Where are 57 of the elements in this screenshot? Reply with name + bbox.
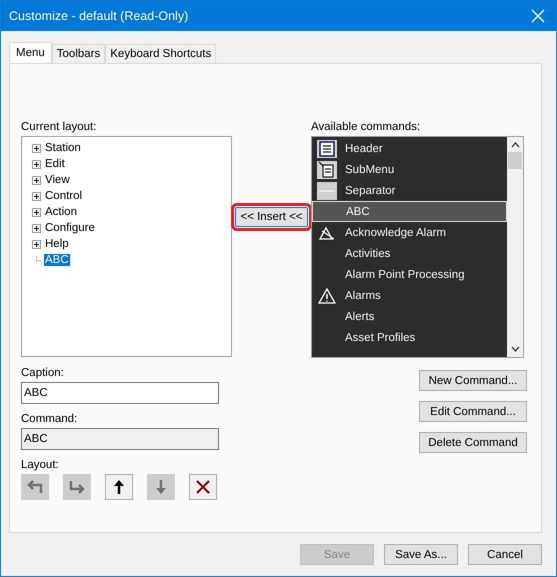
scroll-down-icon[interactable] [510, 346, 520, 352]
expand-icon[interactable] [32, 192, 41, 200]
command-item[interactable]: Alarms [312, 285, 507, 306]
window-title: Customize - default (Read-Only) [9, 9, 188, 23]
menu-header-icon [316, 140, 336, 158]
expand-icon[interactable] [32, 176, 41, 184]
command-item[interactable]: SubMenu [312, 159, 507, 180]
tree-item[interactable]: Edit [44, 158, 66, 170]
command-button[interactable]: New Command... [419, 370, 527, 391]
tree-item[interactable]: Action [44, 206, 78, 218]
command-button[interactable]: Edit Command... [419, 401, 527, 422]
command-item[interactable]: Activities [312, 243, 507, 264]
scrollbar[interactable] [507, 137, 523, 357]
delete-x-icon [196, 480, 210, 494]
dialog-button[interactable]: Save As... [384, 544, 458, 565]
scroll-thumb[interactable] [508, 152, 522, 169]
command-item[interactable]: Acknowledge Alarm [312, 222, 507, 243]
dialog-button[interactable]: Cancel [468, 544, 542, 565]
tab[interactable]: Menu [9, 42, 52, 63]
move-delete-button[interactable] [189, 474, 217, 500]
up-arrow-icon [113, 480, 125, 494]
tree-item[interactable]: Station [44, 142, 82, 154]
acknowledge-alarm-icon [318, 224, 336, 240]
command-item[interactable]: Alarm Point Processing [312, 264, 507, 285]
submenu-icon [316, 160, 336, 178]
command-item[interactable]: Alerts [312, 306, 507, 327]
caption-field[interactable]: ABC [21, 382, 219, 404]
expand-icon[interactable] [32, 240, 41, 248]
scroll-up-icon[interactable] [510, 142, 520, 148]
current-layout-label: Current layout: [21, 121, 98, 133]
return-left-arrow-icon [27, 480, 43, 494]
command-item[interactable]: Asset Profiles [312, 327, 507, 348]
warning-icon [318, 288, 336, 304]
turn-right-arrow-icon [69, 480, 85, 494]
down-arrow-icon [155, 480, 167, 494]
tree-item[interactable]: Control [44, 190, 84, 202]
expand-icon[interactable] [32, 224, 41, 232]
close-icon[interactable] [531, 9, 545, 23]
command-label: Command: [21, 413, 78, 425]
move-up-button[interactable] [105, 474, 133, 500]
expand-icon[interactable] [32, 160, 41, 168]
available-commands-label: Available commands: [311, 121, 422, 133]
layout-label: Layout: [21, 459, 60, 471]
tree-item[interactable]: ABC [44, 254, 70, 266]
expand-icon[interactable] [32, 208, 41, 216]
command-item[interactable]: Header [312, 138, 507, 159]
command-button[interactable]: Delete Command [419, 432, 527, 453]
command-item[interactable]: Separator [312, 180, 507, 201]
tree-item[interactable]: View [44, 174, 71, 186]
separator-icon [316, 182, 336, 200]
command-item[interactable]: ABC [312, 201, 507, 222]
expand-icon[interactable] [32, 144, 41, 152]
tree-item[interactable]: Configure [44, 222, 96, 234]
tree-item[interactable]: Help [44, 238, 70, 250]
tab[interactable]: Keyboard Shortcuts [105, 44, 216, 63]
tab[interactable]: Toolbars [52, 44, 106, 63]
caption-label: Caption: [21, 367, 65, 379]
